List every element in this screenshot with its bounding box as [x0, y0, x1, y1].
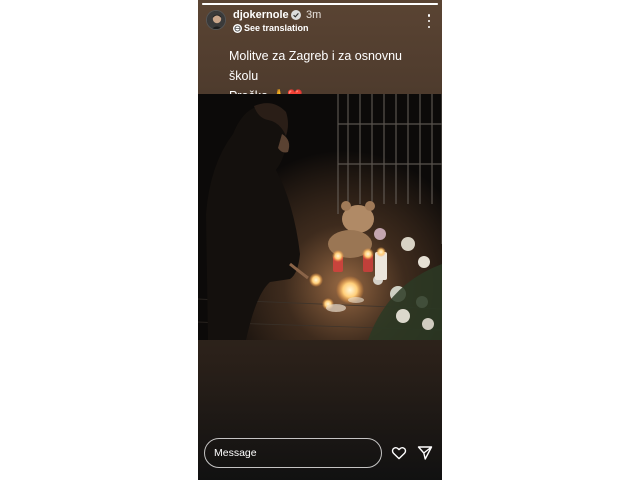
see-translation-link[interactable]: See translation [244, 23, 309, 33]
caption-line-1: Molitve za Zagreb i za osnovnu školu [229, 49, 403, 83]
username[interactable]: djokernole [233, 9, 289, 21]
story-viewer[interactable]: djokernole 3m See translation Molitve za… [198, 0, 442, 480]
translate-icon[interactable] [233, 24, 242, 33]
message-input[interactable]: Message [204, 438, 382, 468]
post-time: 3m [306, 9, 322, 21]
story-progress-bar [202, 3, 438, 5]
avatar[interactable] [206, 10, 226, 30]
story-header: djokernole 3m See translation [198, 6, 442, 38]
reply-bar: Message [198, 436, 442, 470]
send-icon[interactable] [417, 445, 433, 461]
heart-icon[interactable] [391, 445, 407, 461]
story-progress-fill [202, 3, 438, 5]
candle-vigil-photo [198, 94, 442, 340]
verified-badge-icon [291, 10, 301, 20]
more-options-icon[interactable] [426, 14, 432, 28]
